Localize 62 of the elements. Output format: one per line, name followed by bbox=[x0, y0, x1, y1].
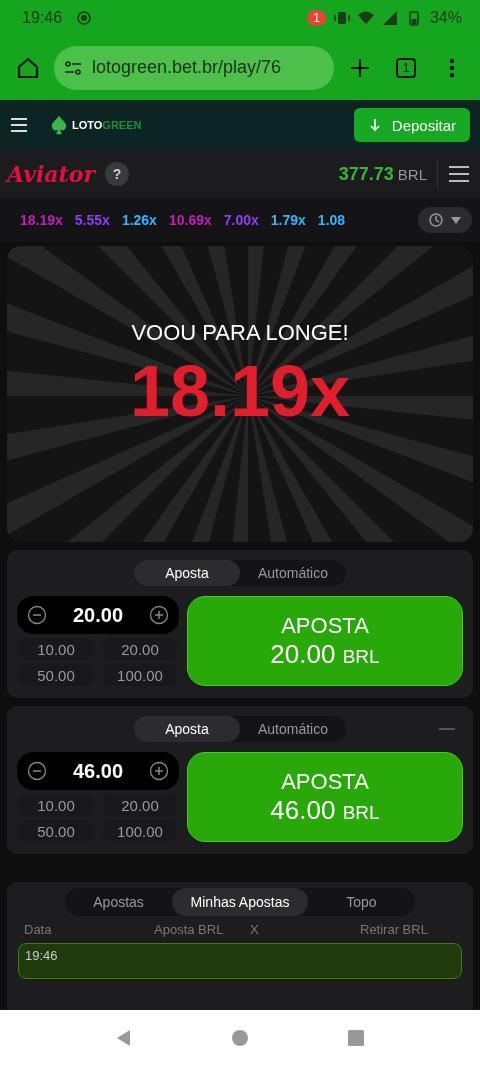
game-logo: Aviator bbox=[7, 161, 95, 187]
multiplier-value: 10.69x bbox=[168, 212, 212, 228]
history-toggle-button[interactable] bbox=[418, 207, 472, 233]
balance-currency: BRL bbox=[397, 165, 427, 183]
bet-mode-tab[interactable]: Automático bbox=[240, 716, 346, 742]
balance-amount: 377.73 bbox=[338, 163, 394, 185]
bet-time: 19:46 bbox=[25, 948, 58, 963]
history-tab[interactable]: Topo bbox=[307, 888, 415, 916]
menu-icon[interactable] bbox=[448, 165, 470, 183]
plus-icon[interactable] bbox=[149, 761, 169, 781]
home-icon[interactable] bbox=[16, 55, 40, 80]
multiplier-value: 5.55x bbox=[74, 212, 110, 228]
site-logo[interactable]: LOTOGREEN bbox=[72, 119, 142, 131]
bet-amount-stepper[interactable]: 20.00 bbox=[17, 596, 179, 634]
bet-amount-stepper[interactable]: 46.00 bbox=[17, 752, 179, 790]
column-header: Data bbox=[24, 922, 53, 937]
round-message: VOOU PARA LONGE! bbox=[131, 320, 349, 346]
crash-multiplier: 18.19x bbox=[129, 350, 351, 432]
quick-amount-button[interactable]: 20.00 bbox=[101, 638, 179, 660]
url-text: lotogreen.bet.br/play/76 bbox=[92, 57, 282, 78]
recents-icon[interactable] bbox=[346, 1028, 366, 1048]
history-icon bbox=[428, 212, 444, 228]
signal-icon bbox=[381, 9, 398, 26]
bet-amount-value: 46.00 bbox=[72, 759, 124, 783]
quick-amount-button[interactable]: 10.00 bbox=[17, 638, 95, 660]
bet-mode-tab[interactable]: Automático bbox=[240, 560, 346, 586]
history-tab[interactable]: Apostas bbox=[65, 888, 173, 916]
quick-amount-button[interactable]: 50.00 bbox=[17, 820, 95, 842]
minus-icon[interactable] bbox=[27, 761, 47, 781]
quick-amount-button[interactable]: 20.00 bbox=[101, 794, 179, 816]
download-arrow-icon bbox=[367, 118, 382, 132]
column-header: Aposta BRL bbox=[154, 922, 225, 937]
address-bar[interactable]: lotogreen.bet.br/play/76 bbox=[54, 45, 334, 90]
multiplier-value: 1.79x bbox=[270, 212, 306, 228]
multiplier-value: 1.26x bbox=[121, 212, 157, 228]
quick-amount-button[interactable]: 50.00 bbox=[17, 664, 95, 686]
multiplier-value: 18.19x bbox=[20, 212, 63, 228]
quick-amount-button[interactable]: 100.00 bbox=[101, 664, 179, 686]
site-settings-icon[interactable] bbox=[64, 58, 82, 77]
history-tab[interactable]: Minhas Apostas bbox=[172, 888, 308, 916]
home-icon[interactable] bbox=[230, 1028, 250, 1048]
wifi-icon bbox=[357, 9, 374, 26]
plus-icon[interactable] bbox=[149, 605, 169, 625]
status-time: 19:46 bbox=[22, 8, 63, 27]
quick-amount-button[interactable]: 100.00 bbox=[101, 820, 179, 842]
record-icon bbox=[76, 9, 93, 26]
minus-icon[interactable] bbox=[27, 605, 47, 625]
bet-mode-tab[interactable]: Aposta bbox=[134, 716, 240, 742]
battery-level: 34% bbox=[429, 8, 462, 27]
column-header: X bbox=[250, 922, 260, 937]
help-button[interactable]: ? bbox=[105, 162, 129, 186]
tab-switcher-button[interactable]: 1 bbox=[396, 57, 416, 78]
column-header: Retirar BRL bbox=[360, 922, 428, 937]
bet-mode-tab[interactable]: Aposta bbox=[134, 560, 240, 586]
notification-badge: 1 bbox=[307, 9, 326, 26]
multiplier-value: 1.08 bbox=[317, 212, 346, 228]
multiplier-value: 7.00x bbox=[223, 212, 259, 228]
vibrate-icon bbox=[333, 9, 350, 26]
bet-amount-value: 20.00 bbox=[72, 603, 124, 627]
caret-icon bbox=[450, 214, 462, 226]
menu-icon[interactable] bbox=[10, 116, 28, 134]
quick-amount-button[interactable]: 10.00 bbox=[17, 794, 95, 816]
